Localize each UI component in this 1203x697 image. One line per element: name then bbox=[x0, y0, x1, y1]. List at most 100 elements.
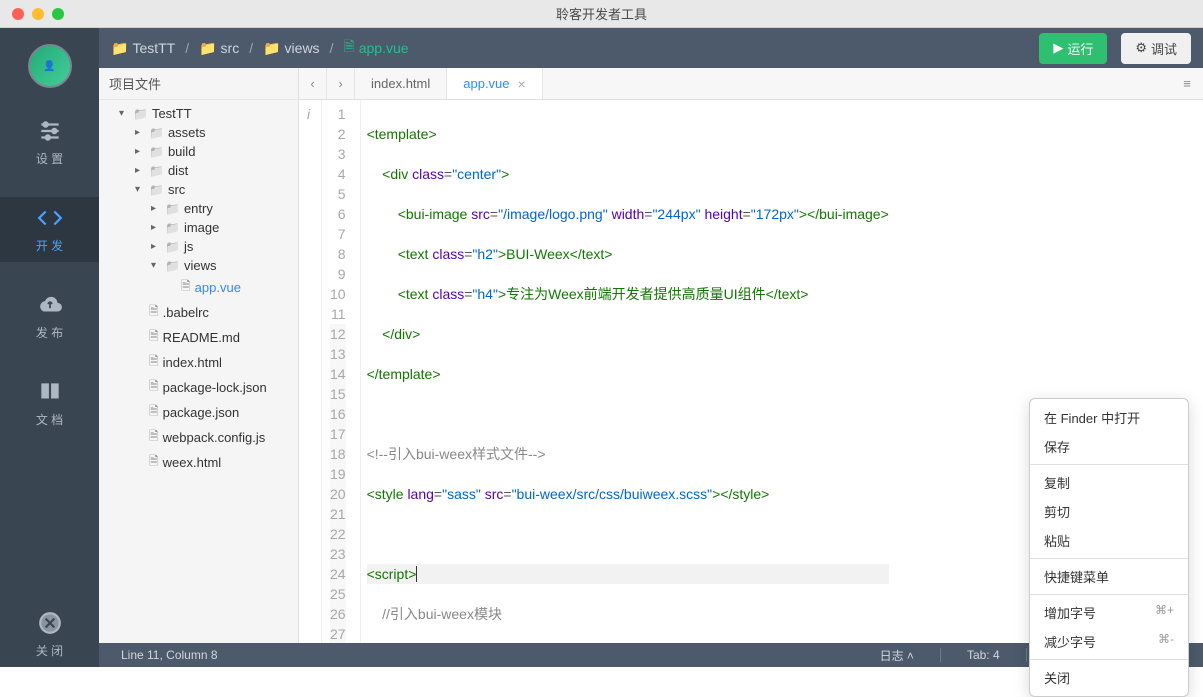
file-icon bbox=[149, 302, 159, 323]
tree-folder[interactable]: ▸entry bbox=[99, 199, 298, 218]
sidebar-item-docs[interactable]: 文 档 bbox=[0, 371, 99, 436]
cm-copy[interactable]: 复制 bbox=[1030, 468, 1188, 497]
tree-item-label: weex.html bbox=[163, 455, 222, 470]
debug-button[interactable]: ⚙调试 bbox=[1121, 33, 1191, 64]
sidebar-item-label: 开 发 bbox=[36, 237, 63, 254]
tab-index-html[interactable]: index.html bbox=[355, 68, 447, 99]
folder-icon bbox=[165, 239, 180, 254]
tree-folder[interactable]: ▾TestTT bbox=[99, 104, 298, 123]
tree-item-label: webpack.config.js bbox=[163, 430, 266, 445]
activity-bar: 👤 设 置 开 发 发 布 文 档 关 闭 bbox=[0, 28, 99, 667]
close-icon[interactable]: × bbox=[518, 76, 526, 92]
context-menu: 在 Finder 中打开 保存 复制 剪切 粘贴 快捷键菜单 增加字号⌘+ 减少… bbox=[1029, 398, 1189, 697]
separator bbox=[1030, 594, 1188, 595]
chevron-icon: ▸ bbox=[151, 222, 161, 233]
folder-icon bbox=[165, 258, 180, 273]
cm-cut[interactable]: 剪切 bbox=[1030, 497, 1188, 526]
status-tab-size[interactable]: Tab: 4 bbox=[957, 648, 1010, 662]
window-zoom-button[interactable] bbox=[52, 8, 64, 20]
chevron-icon: ▸ bbox=[151, 241, 161, 252]
file-icon bbox=[181, 277, 191, 298]
chevron-icon: ▸ bbox=[135, 127, 145, 138]
run-button[interactable]: ▶运行 bbox=[1039, 33, 1107, 64]
status-log[interactable]: 日志 ˄ bbox=[870, 647, 924, 664]
folder-icon bbox=[149, 125, 164, 140]
folder-icon bbox=[165, 201, 180, 216]
code-content[interactable]: <template> <div class="center"> <bui-ima… bbox=[361, 100, 889, 643]
cm-paste[interactable]: 粘贴 bbox=[1030, 526, 1188, 555]
breadcrumb[interactable]: 📁src bbox=[199, 40, 239, 57]
tree-folder[interactable]: ▸ assets bbox=[99, 123, 298, 142]
tree-item-label: assets bbox=[168, 125, 206, 140]
sidebar-item-label: 设 置 bbox=[36, 150, 63, 167]
cm-close[interactable]: 关闭 bbox=[1030, 663, 1188, 692]
tree-item-label: index.html bbox=[163, 355, 222, 370]
tree-folder[interactable]: ▸image bbox=[99, 218, 298, 237]
cm-save[interactable]: 保存 bbox=[1030, 432, 1188, 461]
breadcrumb-sep: / bbox=[185, 40, 189, 56]
tree-item-label: src bbox=[168, 182, 185, 197]
file-icon bbox=[149, 327, 159, 348]
tree-file[interactable]: index.html bbox=[99, 350, 298, 375]
tree-item-label: dist bbox=[168, 163, 188, 178]
separator bbox=[1030, 659, 1188, 660]
tree-file[interactable]: weex.html bbox=[99, 450, 298, 475]
sidebar-item-settings[interactable]: 设 置 bbox=[0, 110, 99, 175]
tab-overflow-button[interactable]: ≡ bbox=[1171, 68, 1203, 99]
cm-increase-font[interactable]: 增加字号⌘+ bbox=[1030, 598, 1188, 627]
breadcrumb[interactable]: 📁TestTT bbox=[111, 40, 175, 57]
file-tree[interactable]: ▾TestTT▸assets▸build▸dist▾src▸entry▸imag… bbox=[99, 100, 298, 643]
breadcrumb[interactable]: 📁views bbox=[263, 40, 319, 57]
window-title: 聆客开发者工具 bbox=[556, 4, 647, 23]
sidebar-item-close[interactable]: 关 闭 bbox=[0, 602, 99, 667]
sidebar-item-develop[interactable]: 开 发 bbox=[0, 197, 99, 262]
tab-prev-button[interactable]: ‹ bbox=[299, 68, 327, 99]
sidebar-item-publish[interactable]: 发 布 bbox=[0, 284, 99, 349]
tree-file[interactable]: .babelrc bbox=[99, 300, 298, 325]
tree-item-label: app.vue bbox=[195, 280, 241, 295]
tree-folder[interactable]: ▸js bbox=[99, 237, 298, 256]
tree-file[interactable]: app.vue bbox=[99, 275, 298, 300]
tab-next-button[interactable]: › bbox=[327, 68, 355, 99]
folder-icon: 📁 bbox=[199, 40, 216, 57]
cm-decrease-font[interactable]: 减少字号⌘- bbox=[1030, 627, 1188, 656]
tree-folder[interactable]: ▸build bbox=[99, 142, 298, 161]
breadcrumb-sep: / bbox=[330, 40, 334, 56]
sidebar-item-label: 文 档 bbox=[36, 411, 63, 428]
file-icon: 🗎 bbox=[343, 36, 354, 60]
tree-folder[interactable]: ▸dist bbox=[99, 161, 298, 180]
gear-icon: ⚙ bbox=[1135, 40, 1147, 56]
cm-shortcut-menu[interactable]: 快捷键菜单 bbox=[1030, 562, 1188, 591]
window-close-button[interactable] bbox=[12, 8, 24, 20]
cm-open-in-finder[interactable]: 在 Finder 中打开 bbox=[1030, 403, 1188, 432]
editor-tabs: ‹ › index.html app.vue× ≡ bbox=[299, 68, 1203, 100]
folder-icon bbox=[133, 106, 148, 121]
tree-item-label: views bbox=[184, 258, 217, 273]
tree-folder[interactable]: ▾src bbox=[99, 180, 298, 199]
window-minimize-button[interactable] bbox=[32, 8, 44, 20]
gutter-info: i bbox=[299, 100, 322, 643]
power-icon bbox=[37, 610, 63, 636]
chevron-icon: ▾ bbox=[119, 108, 129, 119]
folder-icon bbox=[149, 163, 164, 178]
separator bbox=[1030, 464, 1188, 465]
line-gutter: 1234567891011121314151617181920212223242… bbox=[322, 100, 361, 643]
file-icon bbox=[149, 352, 159, 373]
separator bbox=[1030, 558, 1188, 559]
file-explorer: 项目文件 ▾TestTT▸assets▸build▸dist▾src▸entry… bbox=[99, 68, 299, 643]
tree-file[interactable]: webpack.config.js bbox=[99, 425, 298, 450]
tree-file[interactable]: README.md bbox=[99, 325, 298, 350]
cloud-upload-icon bbox=[37, 292, 63, 318]
tree-folder[interactable]: ▾views bbox=[99, 256, 298, 275]
tab-app-vue[interactable]: app.vue× bbox=[447, 68, 542, 99]
tree-file[interactable]: package.json bbox=[99, 400, 298, 425]
breadcrumb[interactable]: 🗎app.vue bbox=[343, 36, 408, 60]
avatar[interactable]: 👤 bbox=[28, 44, 72, 88]
tree-item-label: build bbox=[168, 144, 195, 159]
file-icon bbox=[149, 377, 159, 398]
tree-file[interactable]: package-lock.json bbox=[99, 375, 298, 400]
chevron-up-icon: ˄ bbox=[907, 649, 914, 663]
status-cursor[interactable]: Line 11, Column 8 bbox=[111, 648, 228, 662]
sidebar-item-label: 关 闭 bbox=[36, 642, 63, 659]
folder-icon bbox=[149, 144, 164, 159]
